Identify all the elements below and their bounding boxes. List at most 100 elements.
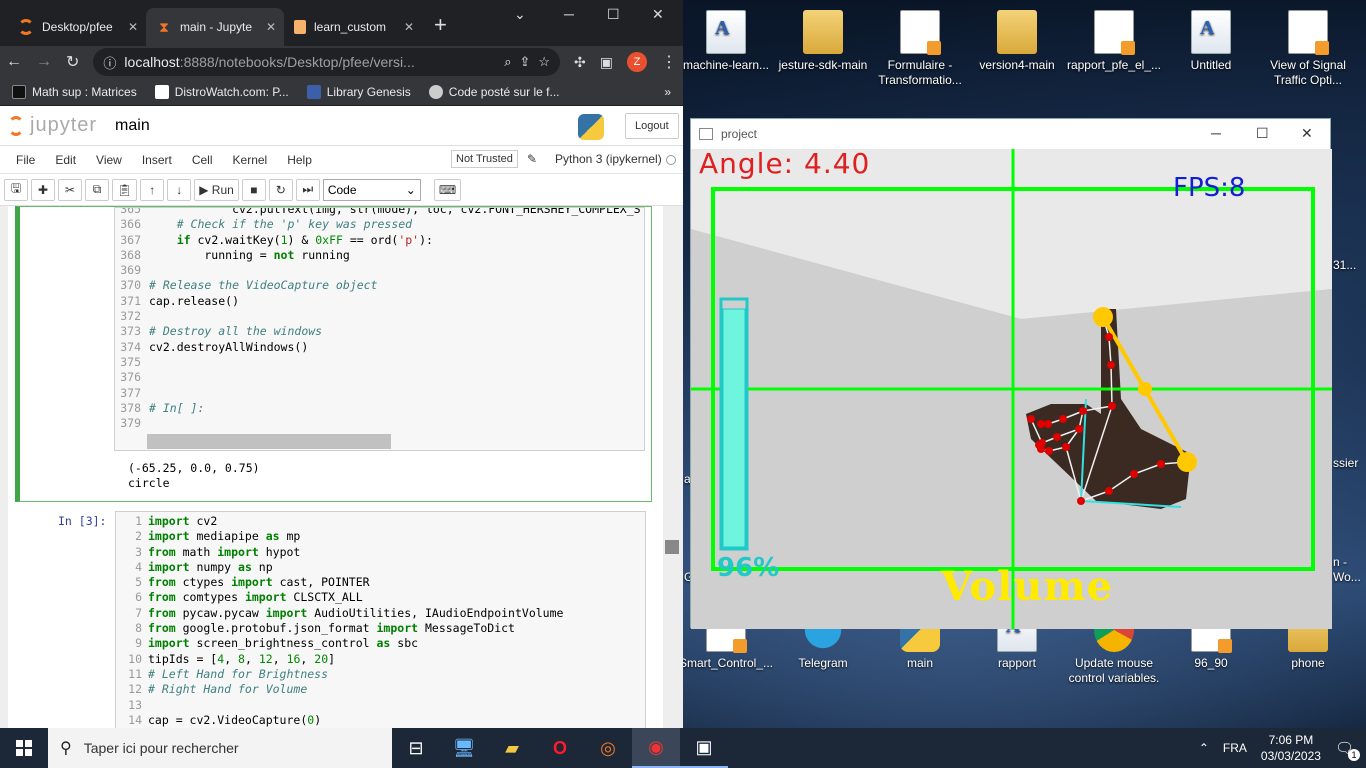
clock[interactable]: 7:06 PM 03/03/2023 <box>1261 732 1321 764</box>
desktop-icon-label: Telegram <box>798 656 848 670</box>
volume-percent: 96% <box>717 553 780 583</box>
more-bookmarks-icon[interactable]: » <box>664 85 671 99</box>
hand-landmark <box>1035 441 1043 449</box>
paste-icon[interactable]: 📋︎ <box>112 178 138 201</box>
menu-kernel[interactable]: Kernel <box>223 153 278 167</box>
bookmark-item[interactable]: Code posté sur le f... <box>428 84 560 99</box>
desktop-icon[interactable]: View of Signal Traffic Opti... <box>1260 10 1356 88</box>
chrome-icon[interactable]: ◉ <box>632 728 680 768</box>
maximize-icon[interactable]: ☐ <box>1256 125 1269 142</box>
save-icon[interactable]: 🖫 <box>4 178 28 201</box>
tray-chevron-up-icon[interactable]: ⌃ <box>1199 741 1209 755</box>
line-number: 3 <box>135 544 142 559</box>
file-explorer-pc-icon[interactable]: 🖥︎ <box>440 728 488 768</box>
vertical-scrollbar-thumb[interactable] <box>665 540 679 554</box>
doc-icon <box>706 10 746 54</box>
jupyter-logo[interactable]: jupyter <box>8 114 97 137</box>
desktop-icon[interactable]: version4-main <box>969 10 1065 73</box>
forward-icon[interactable]: → <box>36 53 52 71</box>
tab-learn-custom[interactable]: learn_custom ✕ <box>284 8 422 46</box>
copy-icon[interactable]: ⧉ <box>85 178 109 201</box>
bookmark-favicon-icon <box>306 84 321 99</box>
zoom-icon[interactable]: ⌕ <box>504 54 511 70</box>
restart-run-all-icon[interactable]: ⏭ <box>295 178 320 201</box>
close-tab-icon[interactable]: ✕ <box>266 20 276 34</box>
back-icon[interactable]: ← <box>6 53 22 71</box>
opencv-window-icon[interactable]: ▣ <box>680 728 728 768</box>
minimize-icon[interactable]: ─ <box>564 6 574 22</box>
line-number: 11 <box>128 666 142 681</box>
tab-desktop-pfee[interactable]: Desktop/pfee ✕ <box>8 8 146 46</box>
code-line: from comtypes import CLSCTX_ALL <box>148 590 363 605</box>
site-info-icon[interactable]: ⓘ <box>103 53 116 72</box>
desktop-icon[interactable]: Formulaire - Transformatio... <box>872 10 968 88</box>
command-palette-icon[interactable]: ⌨ <box>433 178 462 201</box>
edit-pencil-icon[interactable]: ✎ <box>527 152 537 166</box>
line-number: 372 <box>120 309 141 324</box>
tab-search-chevron-icon[interactable]: ⌄ <box>514 6 526 23</box>
code-cell-selected[interactable]: 365 366 367 368 369 370 371 372 373 374 375 376 377 3… <box>15 206 652 502</box>
tab-label: learn_custom <box>314 20 387 34</box>
move-down-icon[interactable]: ↓ <box>167 178 192 201</box>
menu-insert[interactable]: Insert <box>132 153 182 167</box>
profile-avatar[interactable]: Z <box>627 52 647 72</box>
notebook-name[interactable]: main <box>115 117 150 135</box>
windows-start-icon[interactable] <box>0 728 48 768</box>
run-button[interactable]: ▶ Run <box>194 178 239 201</box>
bookmark-star-icon[interactable]: ☆ <box>538 54 550 70</box>
bookmark-item[interactable]: Math sup : Matrices <box>12 84 137 99</box>
new-tab-button[interactable]: + <box>422 12 459 46</box>
share-icon[interactable]: ⇪ <box>519 54 530 70</box>
line-number: 377 <box>120 385 141 400</box>
close-tab-icon[interactable]: ✕ <box>404 20 414 34</box>
move-up-icon[interactable]: ↑ <box>140 178 165 201</box>
menu-file[interactable]: File <box>6 153 45 167</box>
cut-icon[interactable]: ✂ <box>58 178 82 201</box>
code-line: if cv2.waitKey(1) & 0xFF == ord('p'): <box>176 232 433 247</box>
desktop-icon[interactable]: Untitled <box>1163 10 1259 73</box>
hand-landmark <box>1075 425 1083 433</box>
language-indicator[interactable]: FRA <box>1223 741 1247 755</box>
system-tray: ⌃ FRA 7:06 PM 03/03/2023 🗨︎ 1 <box>1199 728 1366 768</box>
desktop-icon[interactable]: machine-learn... <box>678 10 774 73</box>
chrome-menu-icon[interactable]: ⋮ <box>661 52 677 72</box>
file-explorer-folder-icon[interactable]: ▰ <box>488 728 536 768</box>
desktop-icon-label: machine-learn... <box>682 58 770 72</box>
jupyter-app-icon[interactable]: ◎ <box>584 728 632 768</box>
taskbar-search[interactable]: ⚲ Taper ici pour rechercher <box>48 728 392 768</box>
notification-icon[interactable]: 🗨︎ 1 <box>1335 739 1360 761</box>
close-tab-icon[interactable]: ✕ <box>128 20 138 34</box>
extensions-icon[interactable]: ✣ <box>574 54 586 71</box>
horizontal-scrollbar[interactable] <box>147 434 391 449</box>
code-editor[interactable]: 365 366 367 368 369 370 371 372 373 374 375 376 377 3… <box>114 207 645 451</box>
maximize-icon[interactable]: ☐ <box>607 6 620 23</box>
reload-icon[interactable]: ↻ <box>66 52 79 72</box>
pdf-icon <box>1288 10 1329 55</box>
code-editor[interactable]: 1 2 3 4 5 6 7 8 9 10 11 12 13 14 import cv2 import med… <box>115 511 646 728</box>
desktop-icon[interactable]: jesture-sdk-main <box>775 10 871 73</box>
desktop-icon[interactable]: rapport_pfe_el_... <box>1066 10 1162 73</box>
close-window-icon[interactable]: ✕ <box>652 6 664 23</box>
task-view-icon[interactable]: ⊟ <box>392 728 440 768</box>
bookmark-item[interactable]: DistroWatch.com: P... <box>154 84 289 99</box>
interrupt-icon[interactable]: ■ <box>241 178 266 201</box>
minimize-icon[interactable]: ─ <box>1211 125 1221 141</box>
menu-view[interactable]: View <box>86 153 132 167</box>
opera-icon[interactable]: O <box>536 728 584 768</box>
menu-help[interactable]: Help <box>277 153 322 167</box>
code-line: cap = cv2.VideoCapture(0) <box>148 712 322 727</box>
trust-status-button[interactable]: Not Trusted <box>451 150 518 168</box>
restart-icon[interactable]: ↻ <box>268 178 293 201</box>
address-bar[interactable]: ⓘ localhost:8888/notebooks/Desktop/pfee/… <box>93 48 561 76</box>
logout-button[interactable]: Logout <box>625 113 679 139</box>
side-panel-icon[interactable]: ▣ <box>600 54 613 71</box>
menu-edit[interactable]: Edit <box>45 153 86 167</box>
jupyter-tab-icon <box>18 19 34 35</box>
insert-cell-icon[interactable]: ✚ <box>31 178 55 201</box>
tab-main-jupyter[interactable]: ⧗ main - Jupyte ✕ <box>146 8 284 46</box>
close-window-icon[interactable]: ✕ <box>1301 125 1313 142</box>
menu-cell[interactable]: Cell <box>182 153 223 167</box>
bookmark-item[interactable]: Library Genesis <box>306 84 411 99</box>
cell-type-select[interactable]: Code ⌄ <box>322 178 421 201</box>
